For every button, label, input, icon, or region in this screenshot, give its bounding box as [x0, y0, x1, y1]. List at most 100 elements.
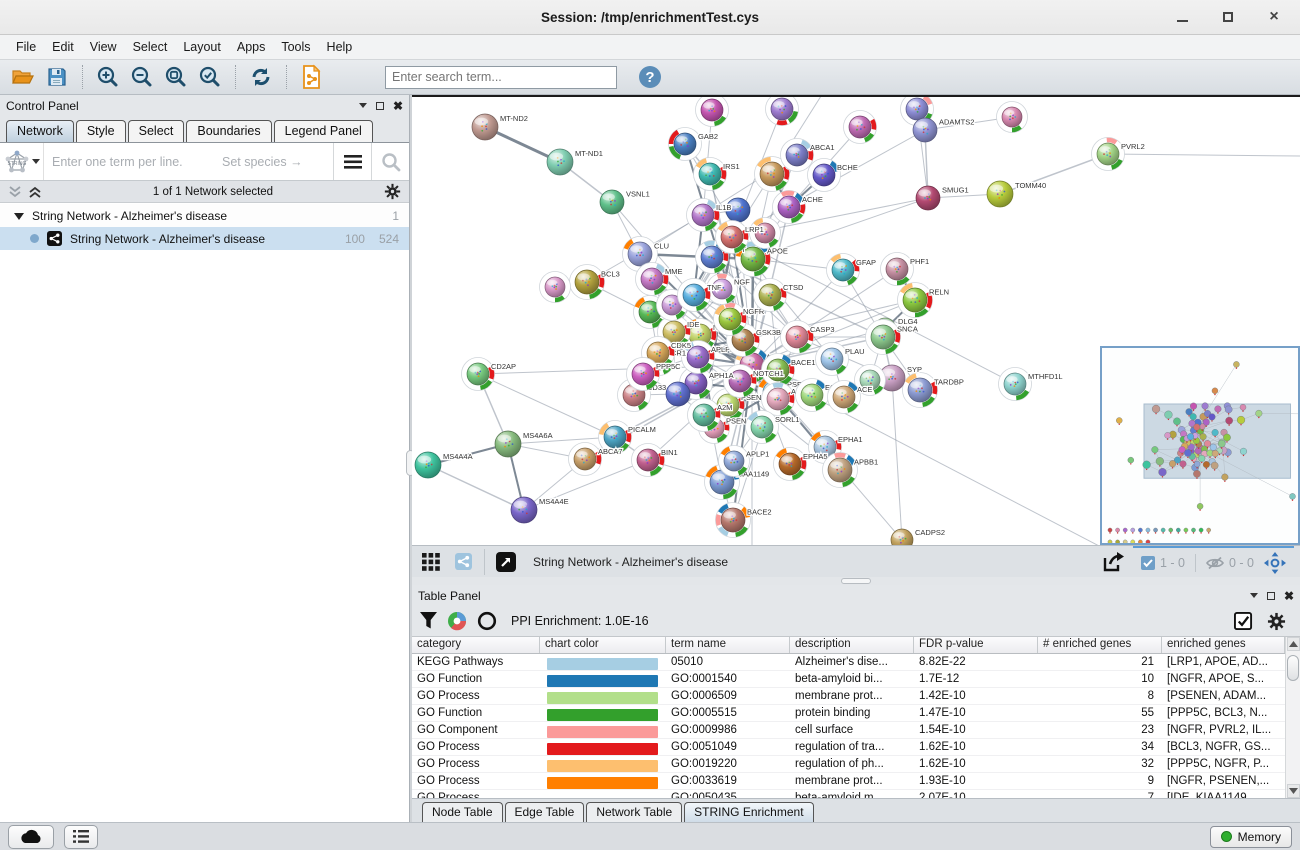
network-node[interactable]: CADPS2: [891, 528, 945, 545]
tab-select[interactable]: Select: [128, 120, 185, 142]
network-canvas[interactable]: MT-ND2MT-ND1VSNL1GAB2ADAMTS2PVRL2SMUG1TO…: [412, 95, 1300, 545]
save-session-button[interactable]: [42, 63, 72, 91]
maximize-button[interactable]: [1220, 9, 1236, 25]
network-node[interactable]: RELN: [898, 283, 950, 318]
network-node[interactable]: [844, 111, 877, 144]
float-panel-icon[interactable]: [376, 102, 384, 110]
network-node[interactable]: PHF1: [881, 253, 930, 286]
column-header-description[interactable]: description: [790, 637, 914, 653]
network-node[interactable]: MT-ND2: [472, 114, 528, 140]
network-node[interactable]: APBB1: [823, 453, 879, 488]
pan-move-icon[interactable]: [1264, 552, 1286, 574]
tab-edge-table[interactable]: Edge Table: [505, 802, 585, 822]
network-node[interactable]: VSNL1: [600, 190, 650, 214]
menu-file[interactable]: File: [8, 37, 44, 57]
table-row[interactable]: GO ProcessGO:0050435beta-amyloid m...2.0…: [412, 790, 1285, 798]
network-node[interactable]: MS4A4A: [415, 452, 473, 478]
table-row[interactable]: GO ProcessGO:0019220regulation of ph...1…: [412, 756, 1285, 773]
network-node[interactable]: TARDBP: [903, 373, 964, 408]
menu-view[interactable]: View: [82, 37, 125, 57]
network-node[interactable]: ACE: [828, 381, 873, 414]
select-all-checkbox-icon[interactable]: [1234, 612, 1253, 631]
help-button[interactable]: ?: [635, 63, 665, 91]
network-node[interactable]: MS4A6A: [495, 431, 553, 457]
menu-apps[interactable]: Apps: [229, 37, 274, 57]
minimize-button[interactable]: [1174, 9, 1190, 25]
close-button[interactable]: ×: [1266, 9, 1282, 25]
tab-string-enrichment[interactable]: STRING Enrichment: [684, 802, 813, 822]
enrichment-chart-icon[interactable]: [447, 611, 467, 631]
network-node[interactable]: ABCA7: [569, 443, 623, 476]
network-node[interactable]: [666, 382, 690, 406]
network-node[interactable]: [540, 272, 571, 303]
network-row[interactable]: String Network - Alzheimer's disease 100…: [0, 227, 409, 250]
show-tasks-button[interactable]: [64, 825, 98, 849]
network-node[interactable]: GAB2: [669, 128, 719, 161]
scrollbar-thumb[interactable]: [1287, 655, 1299, 681]
table-row[interactable]: GO FunctionGO:0001540beta-amyloid bi...1…: [412, 671, 1285, 688]
network-node[interactable]: BACE2: [716, 503, 772, 538]
float-panel-icon[interactable]: [1267, 592, 1275, 600]
panel-menu-icon[interactable]: [359, 103, 367, 108]
filter-icon[interactable]: [420, 612, 437, 630]
export-network-button[interactable]: [1101, 550, 1127, 574]
refresh-button[interactable]: [246, 63, 276, 91]
network-node[interactable]: TOMM40: [987, 181, 1046, 207]
table-row[interactable]: GO ProcessGO:0033619membrane prot...1.93…: [412, 773, 1285, 790]
menu-edit[interactable]: Edit: [44, 37, 82, 57]
menu-help[interactable]: Help: [319, 37, 361, 57]
string-search-button[interactable]: [371, 143, 409, 180]
network-node[interactable]: CD2AP: [462, 358, 517, 391]
column-header-enriched-genes[interactable]: enriched genes: [1162, 637, 1285, 653]
tab-style[interactable]: Style: [76, 120, 126, 142]
menu-select[interactable]: Select: [125, 37, 176, 57]
tree-expand-icon[interactable]: [14, 212, 24, 220]
string-options-button[interactable]: [333, 143, 371, 180]
column-header-chart-color[interactable]: chart color: [540, 637, 666, 653]
expand-all-icon[interactable]: [28, 186, 42, 198]
network-node[interactable]: SMUG1: [916, 186, 969, 210]
network-node[interactable]: ADAMTS2: [913, 118, 974, 142]
table-row[interactable]: GO ComponentGO:0009986cell surface1.54E-…: [412, 722, 1285, 739]
network-node[interactable]: IRS1: [694, 158, 740, 191]
tab-node-table[interactable]: Node Table: [422, 802, 503, 822]
table-scrollbar[interactable]: [1285, 637, 1300, 798]
search-input[interactable]: [385, 66, 617, 89]
column-header--enriched-genes[interactable]: # enriched genes: [1038, 637, 1162, 653]
close-panel-icon[interactable]: ✖: [1284, 591, 1294, 601]
network-node[interactable]: [766, 97, 799, 126]
network-collection-row[interactable]: String Network - Alzheimer's disease 1: [0, 204, 409, 227]
network-node[interactable]: GFAP: [827, 254, 877, 287]
column-header-category[interactable]: category: [412, 637, 540, 653]
column-header-fdr-p-value[interactable]: FDR p-value: [914, 637, 1038, 653]
menu-tools[interactable]: Tools: [273, 37, 318, 57]
network-node[interactable]: MTHFD1L: [999, 368, 1063, 401]
table-row[interactable]: GO ProcessGO:0006509membrane prot...1.42…: [412, 688, 1285, 705]
scroll-down-icon[interactable]: [1287, 784, 1300, 798]
close-panel-icon[interactable]: ✖: [393, 101, 403, 111]
open-file-button[interactable]: [8, 63, 38, 91]
string-logo-dropdown[interactable]: STRING: [0, 143, 44, 180]
tab-network[interactable]: Network: [6, 120, 74, 142]
scroll-up-icon[interactable]: [1287, 637, 1300, 651]
menu-layout[interactable]: Layout: [175, 37, 229, 57]
string-query-input[interactable]: [44, 143, 222, 180]
tab-legend-panel[interactable]: Legend Panel: [274, 120, 373, 142]
network-node[interactable]: BIN1: [632, 444, 678, 477]
zoom-out-button[interactable]: [127, 63, 157, 91]
network-node[interactable]: SNCA: [866, 320, 918, 355]
network-node[interactable]: SORL1: [746, 411, 800, 444]
splitter-grip[interactable]: [841, 578, 871, 584]
horizontal-splitter[interactable]: [412, 577, 1300, 585]
task-history-button[interactable]: [8, 825, 54, 849]
network-node[interactable]: ACHE: [773, 191, 823, 224]
detach-view-button[interactable]: [493, 550, 519, 574]
column-header-term-name[interactable]: term name: [666, 637, 790, 653]
network-node[interactable]: MT-ND1: [547, 149, 603, 175]
collapse-all-icon[interactable]: [8, 186, 22, 198]
tab-network-table[interactable]: Network Table: [586, 802, 682, 822]
memory-button[interactable]: Memory: [1210, 826, 1292, 848]
grid-view-button[interactable]: [418, 550, 444, 574]
panel-menu-icon[interactable]: [1250, 593, 1258, 598]
string-import-button[interactable]: [297, 63, 327, 91]
